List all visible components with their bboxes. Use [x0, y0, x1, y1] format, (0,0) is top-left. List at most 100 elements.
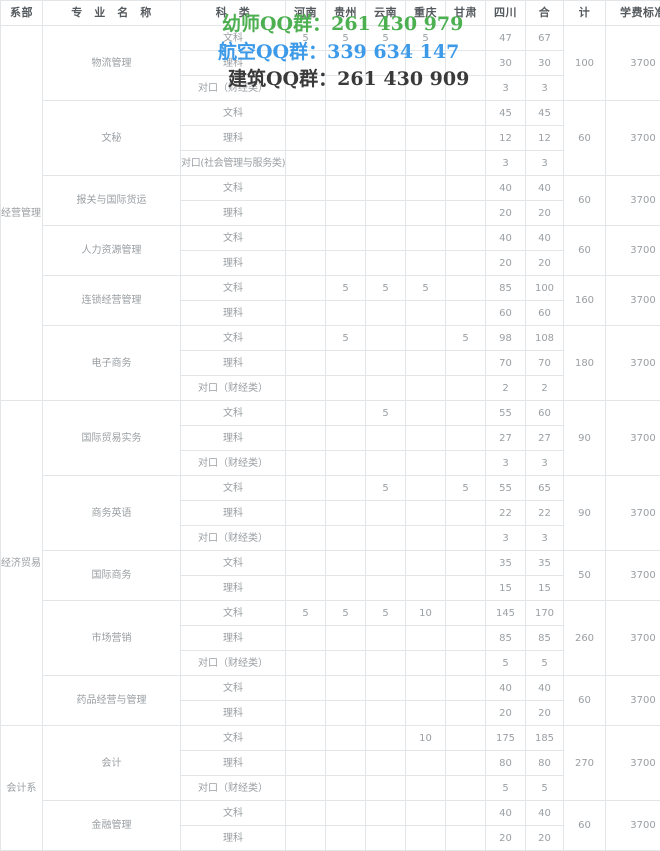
subject-category: 文科 [181, 176, 286, 201]
quota-henan [286, 326, 326, 351]
quota-chongqing [406, 251, 446, 276]
quota-yunnan [366, 701, 406, 726]
quota-henan [286, 251, 326, 276]
quota-gansu [446, 626, 486, 651]
quota-henan [286, 776, 326, 801]
quota-chongqing [406, 576, 446, 601]
quota-henan [286, 701, 326, 726]
quota-gansu [446, 76, 486, 101]
subject-category: 对口（财经类） [181, 451, 286, 476]
column-header-chongqing: 重庆 [406, 1, 446, 26]
quota-guizhou [326, 626, 366, 651]
quota-sichuan: 47 [486, 26, 526, 51]
table-row: 商务英语文科555565903700 [1, 476, 660, 501]
quota-guizhou [326, 301, 366, 326]
quota-gansu [446, 526, 486, 551]
major-name: 会计 [43, 726, 181, 801]
major-total: 180 [564, 326, 606, 401]
subject-category: 理科 [181, 701, 286, 726]
quota-yunnan [366, 726, 406, 751]
quota-yunnan [366, 826, 406, 851]
major-total: 90 [564, 401, 606, 476]
major-name: 国际商务 [43, 551, 181, 601]
quota-gansu [446, 501, 486, 526]
quota-henan [286, 826, 326, 851]
table-row: 经济贸易系国际贸易实务文科55560903700 [1, 401, 660, 426]
major-total: 60 [564, 101, 606, 176]
major-name: 电子商务 [43, 326, 181, 401]
major-total: 60 [564, 801, 606, 851]
tuition-fee: 3700 [606, 101, 660, 176]
quota-chongqing [406, 176, 446, 201]
major-total: 160 [564, 276, 606, 326]
tuition-fee: 3700 [606, 601, 660, 676]
major-total: 90 [564, 476, 606, 551]
quota-gansu [446, 551, 486, 576]
major-total: 60 [564, 226, 606, 276]
subject-category: 理科 [181, 51, 286, 76]
quota-guizhou [326, 701, 366, 726]
quota-he: 20 [526, 201, 564, 226]
quota-guizhou [326, 426, 366, 451]
quota-gansu [446, 751, 486, 776]
quota-he: 60 [526, 301, 564, 326]
quota-yunnan [366, 51, 406, 76]
quota-he: 65 [526, 476, 564, 501]
quota-guizhou [326, 801, 366, 826]
quota-guizhou [326, 201, 366, 226]
quota-chongqing: 10 [406, 726, 446, 751]
quota-yunnan [366, 101, 406, 126]
quota-guizhou [326, 251, 366, 276]
quota-yunnan [366, 751, 406, 776]
column-header-yunnan: 云南 [366, 1, 406, 26]
subject-category: 文科 [181, 726, 286, 751]
quota-gansu [446, 376, 486, 401]
quota-chongqing: 5 [406, 26, 446, 51]
quota-yunnan [366, 676, 406, 701]
quota-sichuan: 85 [486, 626, 526, 651]
quota-yunnan [366, 126, 406, 151]
quota-yunnan: 5 [366, 601, 406, 626]
quota-chongqing [406, 76, 446, 101]
quota-henan [286, 151, 326, 176]
quota-sichuan: 27 [486, 426, 526, 451]
quota-chongqing [406, 826, 446, 851]
quota-henan [286, 726, 326, 751]
quota-he: 108 [526, 326, 564, 351]
quota-gansu [446, 576, 486, 601]
quota-gansu [446, 401, 486, 426]
major-name: 金融管理 [43, 801, 181, 851]
major-name: 连锁经营管理 [43, 276, 181, 326]
subject-category: 理科 [181, 576, 286, 601]
quota-he: 20 [526, 701, 564, 726]
quota-guizhou [326, 451, 366, 476]
major-total: 100 [564, 26, 606, 101]
quota-chongqing [406, 626, 446, 651]
quota-sichuan: 20 [486, 251, 526, 276]
quota-guizhou [326, 351, 366, 376]
quota-guizhou [326, 776, 366, 801]
tuition-fee: 3700 [606, 226, 660, 276]
quota-gansu [446, 676, 486, 701]
quota-henan: 5 [286, 601, 326, 626]
quota-yunnan [366, 251, 406, 276]
subject-category: 对口（财经类） [181, 526, 286, 551]
quota-henan [286, 101, 326, 126]
subject-category: 理科 [181, 126, 286, 151]
quota-guizhou [326, 726, 366, 751]
quota-guizhou [326, 576, 366, 601]
subject-category: 文科 [181, 226, 286, 251]
department-name: 经营管理系 [1, 26, 43, 401]
quota-chongqing: 10 [406, 601, 446, 626]
tuition-fee: 3700 [606, 26, 660, 101]
quota-sichuan: 3 [486, 76, 526, 101]
tuition-fee: 3700 [606, 326, 660, 401]
quota-gansu [446, 251, 486, 276]
quota-chongqing [406, 451, 446, 476]
major-name: 市场营销 [43, 601, 181, 676]
quota-he: 80 [526, 751, 564, 776]
quota-henan [286, 51, 326, 76]
quota-henan [286, 626, 326, 651]
quota-yunnan [366, 501, 406, 526]
quota-gansu [446, 101, 486, 126]
